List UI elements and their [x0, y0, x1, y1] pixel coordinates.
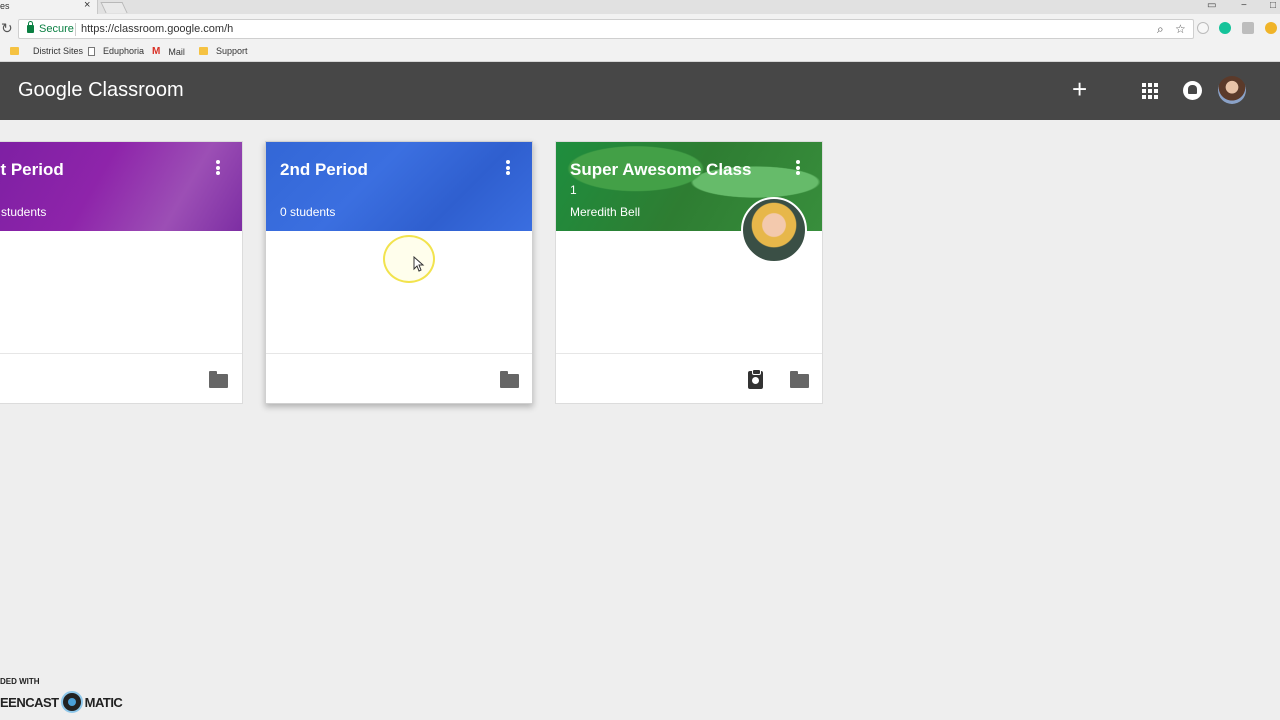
- logo-product: Classroom: [88, 79, 184, 101]
- class-menu-icon[interactable]: [216, 160, 220, 175]
- class-student-count: 0 students: [280, 205, 336, 219]
- class-card[interactable]: st Period students: [0, 141, 243, 404]
- tab-close-icon[interactable]: ×: [84, 0, 90, 11]
- class-card-footer: [556, 353, 822, 403]
- google-classroom-logo[interactable]: Google Classroom: [18, 79, 184, 102]
- class-card-header[interactable]: st Period students: [0, 142, 242, 231]
- bookmark-mail[interactable]: M Mail: [152, 46, 185, 57]
- folder-icon: [199, 47, 208, 55]
- assignments-icon[interactable]: [748, 369, 763, 389]
- notifications-icon[interactable]: [1183, 81, 1202, 100]
- bookmark-label: Mail: [168, 46, 185, 57]
- screencast-watermark: DED WITH EENCAST MATIC: [0, 677, 130, 717]
- maximize-button[interactable]: □: [1270, 0, 1276, 11]
- class-card-footer: [266, 353, 532, 403]
- bookmarks-bar: District Sites Eduphoria M Mail Support: [0, 44, 1280, 62]
- extension-circle-icon[interactable]: [1197, 22, 1209, 34]
- watermark-main: EENCAST MATIC: [0, 691, 123, 713]
- lock-icon: [27, 21, 34, 33]
- class-title[interactable]: Super Awesome Class: [570, 160, 751, 180]
- teacher-photo: [741, 197, 807, 263]
- extension-puzzle-icon[interactable]: [1242, 22, 1254, 34]
- bookmark-district-sites[interactable]: District Sites: [10, 46, 83, 56]
- cursor-highlight: [383, 235, 435, 283]
- grammarly-icon[interactable]: [1219, 22, 1231, 34]
- minimize-button[interactable]: −: [1241, 0, 1247, 11]
- watermark-left: EENCAST: [0, 694, 59, 710]
- folder-icon[interactable]: [209, 371, 228, 388]
- reload-icon[interactable]: ↻: [1, 20, 13, 37]
- class-card-header[interactable]: 2nd Period 0 students: [266, 142, 532, 231]
- class-teacher: Meredith Bell: [570, 205, 641, 219]
- zoom-icon[interactable]: ⌕: [1157, 22, 1164, 37]
- omnibox-divider: [75, 23, 76, 36]
- folder-icon[interactable]: [790, 371, 809, 388]
- class-menu-icon[interactable]: [506, 160, 510, 175]
- google-apps-icon[interactable]: [1142, 83, 1158, 99]
- emoji-extension-icon[interactable]: [1265, 22, 1277, 34]
- class-section: 1: [570, 183, 577, 197]
- bookmark-label: Eduphoria: [103, 46, 145, 56]
- address-bar[interactable]: Secure https://classroom.google.com/h ⌕ …: [18, 19, 1194, 39]
- bookmark-eduphoria[interactable]: Eduphoria: [88, 46, 144, 56]
- logo-google: Google: [18, 79, 83, 101]
- app-bar: Google Classroom +: [0, 62, 1280, 120]
- gmail-icon: M: [152, 46, 161, 57]
- url-text[interactable]: https://classroom.google.com/h: [81, 23, 233, 35]
- watermark-right: MATIC: [84, 694, 123, 710]
- new-tab-button[interactable]: [100, 2, 128, 13]
- bookmark-label: District Sites: [33, 46, 84, 56]
- tab-title: es: [0, 1, 10, 11]
- star-icon[interactable]: ☆: [1175, 22, 1186, 36]
- add-class-icon[interactable]: +: [1072, 76, 1087, 102]
- class-menu-icon[interactable]: [796, 160, 800, 175]
- account-avatar[interactable]: [1218, 76, 1246, 104]
- browser-tabstrip: es × ▭ − □: [0, 0, 1280, 14]
- class-student-count: students: [1, 205, 47, 219]
- class-card-footer: [0, 353, 242, 403]
- class-card[interactable]: Super Awesome Class 1 Meredith Bell: [555, 141, 823, 404]
- bookmark-label: Support: [216, 46, 248, 56]
- folder-icon[interactable]: [500, 371, 519, 388]
- profile-icon[interactable]: ▭: [1207, 0, 1216, 11]
- watermark-top: DED WITH: [0, 677, 40, 686]
- screencast-logo-icon: [60, 691, 83, 713]
- class-title[interactable]: 2nd Period: [280, 160, 368, 180]
- browser-tab[interactable]: es ×: [0, 0, 98, 14]
- bookmark-support[interactable]: Support: [199, 46, 248, 56]
- secure-label: Secure: [39, 23, 74, 35]
- page-icon: [88, 46, 95, 56]
- class-title[interactable]: st Period: [0, 160, 64, 180]
- browser-toolbar: ↻ Secure https://classroom.google.com/h …: [0, 14, 1280, 44]
- folder-icon: [10, 47, 19, 55]
